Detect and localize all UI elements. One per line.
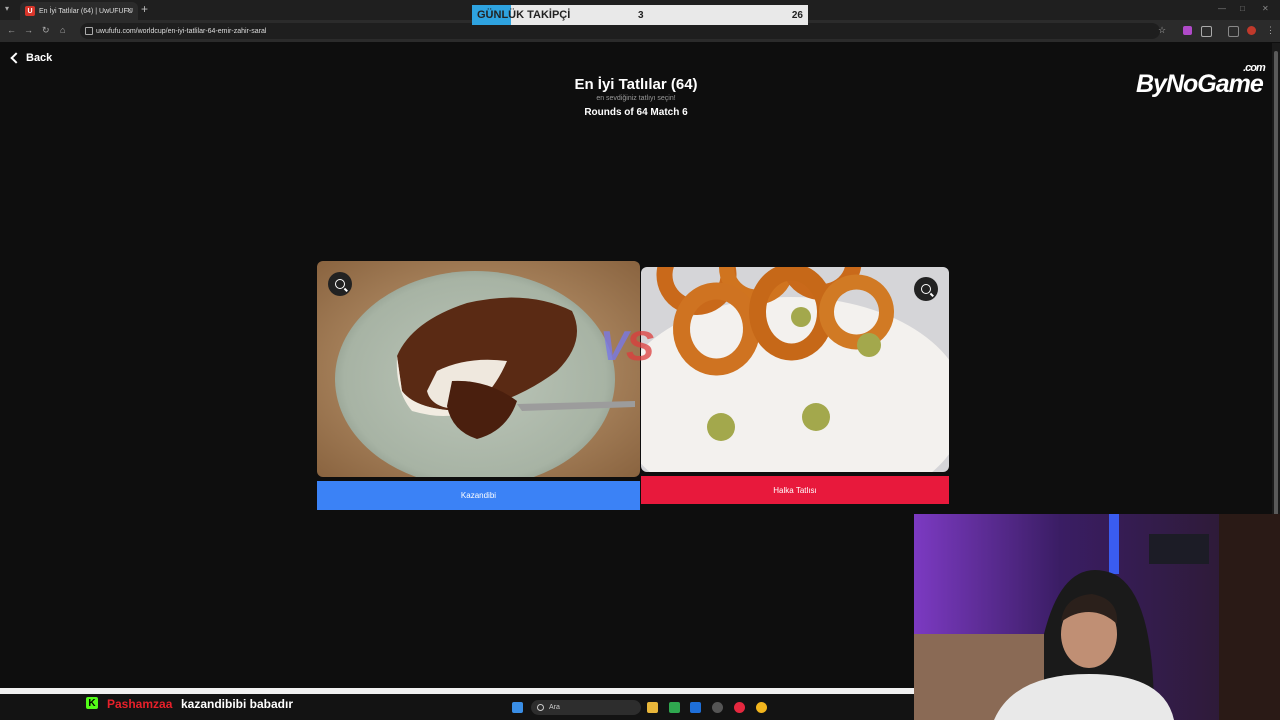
profile-avatar[interactable] (1247, 26, 1256, 35)
vs-letter-s: S (626, 322, 654, 369)
tab-menu-icon[interactable]: ▾ (5, 4, 9, 13)
back-label: Back (26, 52, 53, 64)
chat-message: kazandibibi babadır (181, 697, 294, 711)
maximize-icon[interactable]: □ (1240, 4, 1245, 13)
star-icon[interactable]: ☆ (1158, 25, 1166, 36)
choice-button-right[interactable]: Halka Tatlısı (641, 476, 949, 504)
magnifier-icon (335, 279, 345, 289)
forward-nav-icon[interactable]: → (24, 25, 33, 35)
follower-goal-label: GÜNLÜK TAKİPÇİ (477, 9, 571, 21)
file-explorer-icon[interactable] (647, 702, 658, 713)
magnifier-icon (921, 284, 931, 294)
follower-goal-target: 26 (791, 9, 803, 21)
home-icon[interactable]: ⌂ (60, 25, 65, 35)
lock-icon (85, 27, 93, 35)
browser-menu-icon[interactable]: ⋮ (1266, 25, 1275, 36)
choice-image-right[interactable] (641, 267, 949, 472)
tab-title: En İyi Tatlılar (64) | UwUFUFU (39, 7, 133, 15)
close-window-icon[interactable]: ✕ (1262, 4, 1269, 13)
brand-suffix: .com (1243, 62, 1266, 74)
taskbar-search-text: Ara (549, 704, 560, 711)
back-nav-icon[interactable]: ← (7, 25, 16, 35)
chevron-left-icon (10, 52, 22, 64)
vs-letter-v: V (600, 322, 628, 369)
browser-tab[interactable]: U En İyi Tatlılar (64) | UwUFUFU × (20, 2, 138, 20)
choice-image-left[interactable] (317, 261, 640, 477)
round-indicator: Rounds of 64 Match 6 (584, 107, 688, 118)
zoom-icon[interactable] (328, 272, 352, 296)
page-subtitle: en sevdiğiniz tatlıyı seçin! (596, 95, 676, 102)
chrome-icon[interactable] (756, 702, 767, 713)
follower-goal-current: 3 (638, 9, 644, 21)
brand-logo: ByNoGame .com (1136, 62, 1266, 99)
minimize-icon[interactable]: — (1218, 4, 1226, 13)
webcam-feed (914, 514, 1280, 720)
app-icon-green[interactable] (669, 702, 680, 713)
windows-icon[interactable] (512, 702, 523, 713)
url-text: uwufufu.com/worldcup/en-iyi-tatlilar-64-… (96, 27, 267, 35)
halka-tatlisi-image (641, 267, 949, 472)
zoom-icon[interactable] (914, 277, 938, 301)
taskbar-search[interactable]: Ara (531, 700, 641, 715)
app-icon-red[interactable] (734, 702, 745, 713)
url-field[interactable]: uwufufu.com/worldcup/en-iyi-tatlilar-64-… (80, 23, 1160, 39)
back-button[interactable]: Back (10, 52, 52, 64)
vs-label: VS (600, 322, 654, 370)
kick-icon: K (86, 697, 98, 709)
chat-username: Pashamzaa (107, 697, 173, 711)
follower-goal-bar: GÜNLÜK TAKİPÇİ 3 26 (472, 5, 808, 25)
page-title: En İyi Tatlılar (64) (574, 76, 698, 93)
app-icon-blue[interactable] (690, 702, 701, 713)
app-icon-gray[interactable] (712, 702, 723, 713)
extensions-puzzle-icon[interactable] (1201, 26, 1212, 37)
search-icon (537, 704, 544, 711)
choice-button-left[interactable]: Kazandibi (317, 481, 640, 510)
brand-name: ByNoGame (1136, 70, 1264, 98)
kazandibi-image (317, 261, 640, 477)
favicon-icon: U (25, 6, 35, 16)
webcam-image (914, 514, 1280, 720)
reload-icon[interactable]: ↻ (42, 25, 50, 36)
extension-icon[interactable] (1183, 26, 1192, 35)
new-tab-button[interactable]: + (141, 2, 148, 16)
media-icon[interactable] (1228, 26, 1239, 37)
tab-close-icon[interactable]: × (127, 5, 132, 15)
